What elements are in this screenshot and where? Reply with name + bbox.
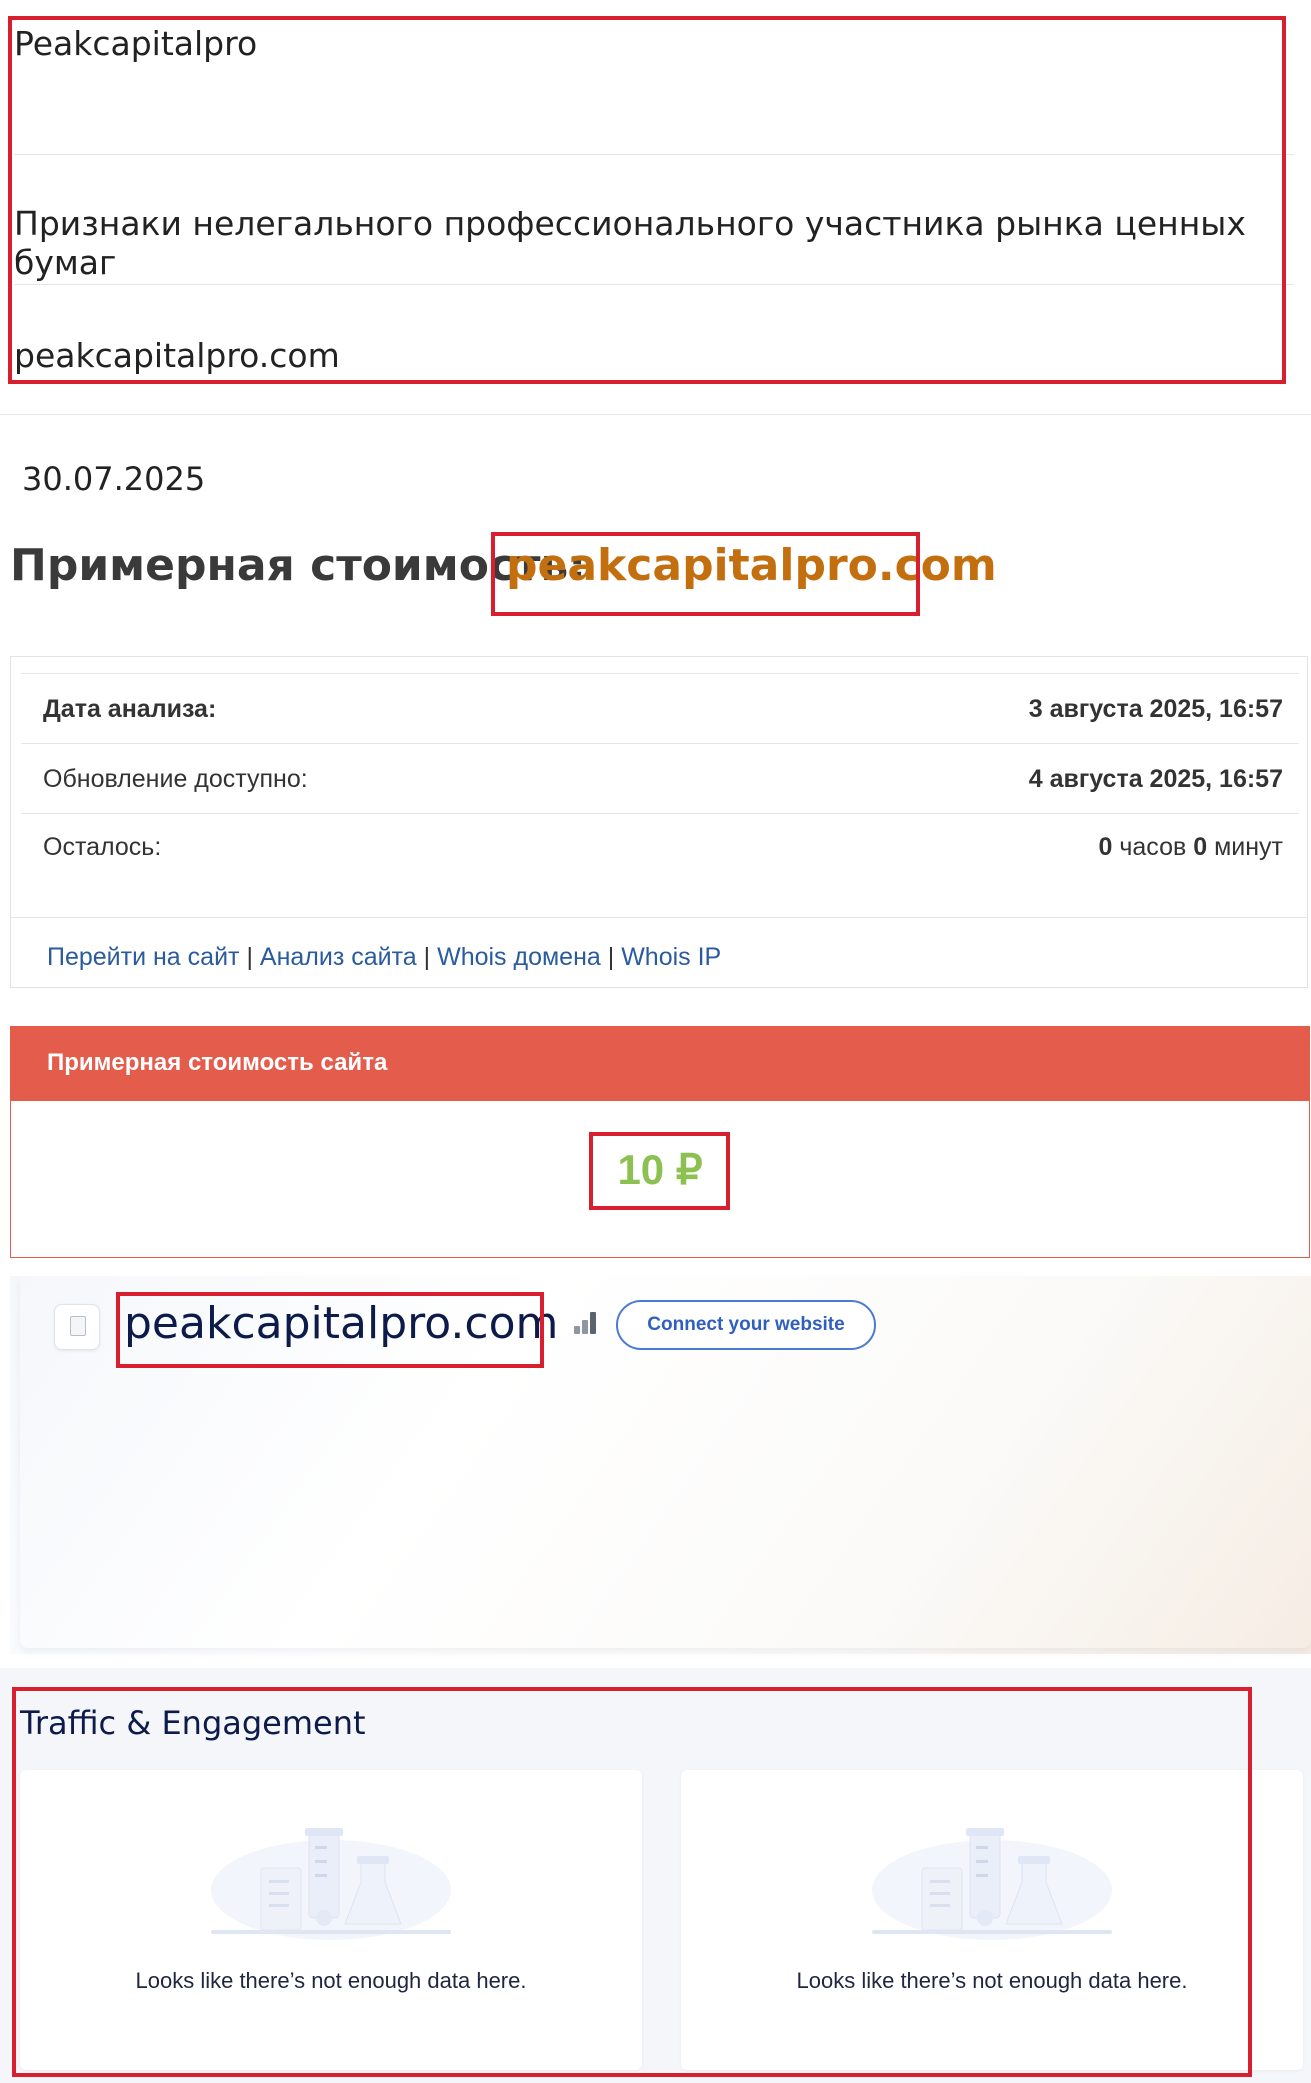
whois-ip-link[interactable]: Whois IP: [621, 943, 721, 971]
site-cost-header: Примерная стоимость сайта: [11, 1027, 1309, 1101]
bar-chart-icon: [574, 1312, 600, 1334]
analysis-links: Перейти на сайт | Анализ сайта | Whois д…: [47, 943, 721, 972]
highlight-box-cost: [589, 1132, 730, 1210]
analysis-panel: Дата анализа: 3 августа 2025, 16:57 Обно…: [10, 656, 1308, 988]
analysis-date-label: Дата анализа:: [43, 695, 217, 723]
remaining-value: 0 часов 0 минут: [1099, 833, 1284, 862]
whois-domain-link[interactable]: Whois домена: [437, 943, 601, 971]
connect-website-button[interactable]: Connect your website: [616, 1300, 876, 1350]
analysis-date-value: 3 августа 2025, 16:57: [1028, 695, 1283, 723]
report-date: 30.07.2025: [22, 460, 206, 498]
link-separator: |: [607, 943, 615, 971]
highlight-box-estimate-domain: [491, 532, 920, 616]
analysis-row-update: Обновление доступно: 4 августа 2025, 16:…: [43, 765, 1283, 794]
site-analysis-link[interactable]: Анализ сайта: [260, 943, 417, 971]
update-value: 4 августа 2025, 16:57: [1028, 765, 1283, 793]
highlight-box-site-domain: [116, 1292, 544, 1368]
remaining-minutes-unit: минут: [1214, 833, 1283, 861]
remaining-minutes: 0: [1193, 833, 1208, 861]
link-separator: |: [423, 943, 431, 971]
update-label: Обновление доступно:: [43, 765, 308, 793]
page-icon: [54, 1304, 100, 1350]
highlight-box-traffic: [12, 1687, 1252, 2077]
link-separator: |: [246, 943, 253, 971]
highlight-box-info: [8, 16, 1286, 384]
divider: [0, 414, 1311, 415]
remaining-hours: 0: [1098, 833, 1113, 861]
goto-site-link[interactable]: Перейти на сайт: [47, 943, 239, 971]
remaining-hours-unit: часов: [1119, 833, 1187, 861]
analysis-row-date: Дата анализа: 3 августа 2025, 16:57: [43, 695, 1283, 724]
remaining-label: Осталось:: [43, 833, 162, 861]
analysis-row-remaining: Осталось: 0 часов 0 минут: [43, 833, 1283, 862]
